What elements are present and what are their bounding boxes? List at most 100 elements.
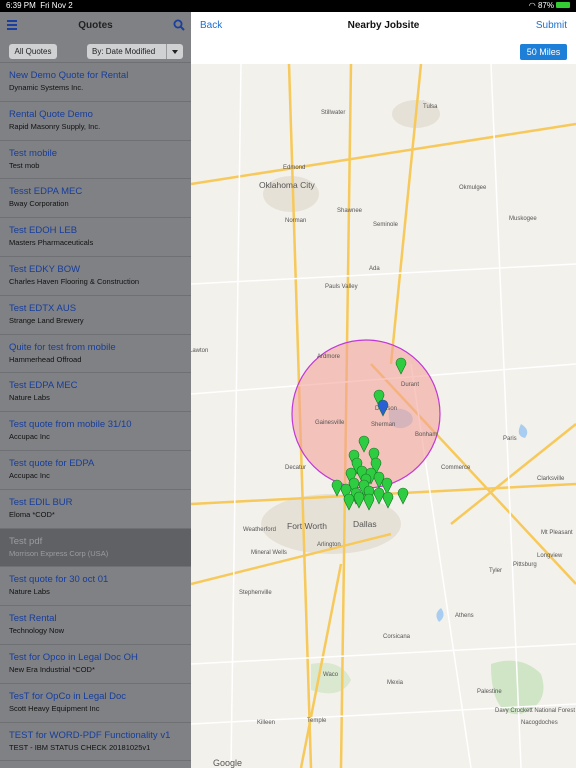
- list-item[interactable]: TEST for WORD-PDF Functionality v1 TEST -…: [0, 723, 191, 762]
- list-item[interactable]: TesT for OpCo in Legal Doc Scott Heavy Eq…: [0, 684, 191, 723]
- quote-customer: Rapid Masonry Supply, Inc.: [9, 121, 101, 131]
- jobsite-pin-icon[interactable]: [331, 479, 343, 497]
- quote-customer: Accupac Inc: [9, 432, 50, 442]
- quote-customer: Eloma *COD*: [9, 509, 55, 519]
- quote-title: Test mobile: [9, 147, 58, 159]
- map-city-label: Stephenville: [239, 590, 272, 596]
- map-city-label: Lawton: [191, 348, 208, 354]
- map-city-label: Mexia: [387, 680, 404, 686]
- page-title: Nearby Jobsite: [347, 20, 420, 31]
- map-city-label: Athens: [455, 613, 474, 619]
- list-item[interactable]: Test Rental Technology Now: [0, 606, 191, 645]
- map-canvas[interactable]: Oklahoma City Fort Worth Dallas Tulsa Stillw…: [191, 64, 576, 768]
- quote-customer: Morrison Express Corp (USA): [9, 548, 109, 558]
- quote-customer: Nature Labs: [9, 587, 50, 597]
- map-city-label: Fort Worth: [287, 521, 327, 531]
- quote-title: Rental Quote Demo: [9, 108, 93, 120]
- map-city-label: Mt Pleasant: [541, 530, 573, 536]
- map-city-label: Palestine: [477, 689, 502, 695]
- sort-select[interactable]: By: Date Modified: [87, 44, 183, 59]
- battery-percent: 87%: [537, 1, 554, 10]
- list-item[interactable]: Quite for test from mobile Hammerhead Off…: [0, 335, 191, 374]
- map-city-label: Nacogdoches: [521, 720, 558, 726]
- submit-button[interactable]: Submit: [536, 20, 567, 31]
- list-item[interactable]: Test quote for EDPA Accupac Inc: [0, 451, 191, 490]
- quote-customer: Scott Heavy Equipment Inc: [9, 703, 100, 713]
- list-item[interactable]: Test for Opco in Legal Doc OH New Era Ind…: [0, 645, 191, 684]
- list-item[interactable]: New Demo Quote for Rental Dynamic Systems…: [0, 63, 191, 102]
- quote-title: TesT for OpCo in Legal Doc: [9, 690, 127, 702]
- map-city-label: Tulsa: [423, 104, 438, 110]
- map-city-label: Corsicana: [383, 634, 411, 640]
- quote-title: Test pdf: [9, 535, 43, 547]
- quote-customer: Accupac Inc: [9, 470, 50, 480]
- quote-title: TEST for WORD-PDF Functionality v1: [9, 729, 171, 741]
- nav-bar: Back Nearby Jobsite Submit: [191, 12, 576, 40]
- map-city-label: Pauls Valley: [325, 284, 358, 290]
- quote-title: Test quote for EDPA: [9, 457, 95, 469]
- list-item[interactable]: Test pdf Morrison Express Corp (USA): [0, 528, 191, 568]
- search-icon[interactable]: [173, 19, 185, 31]
- map-city-label: Temple: [307, 718, 327, 724]
- quote-title: Test for Opco in Legal Doc OH: [9, 651, 138, 663]
- map-city-label: Durant: [401, 382, 419, 388]
- status-date: Fri Nov 2: [40, 1, 73, 10]
- map-city-label: Okmulgee: [459, 185, 487, 191]
- list-item[interactable]: Test EDPA MEC Nature Labs: [0, 373, 191, 413]
- map-city-label: Longview: [537, 553, 563, 559]
- sort-label: By: Date Modified: [92, 47, 156, 56]
- list-item[interactable]: Test EDTX AUS Strange Land Brewery: [0, 296, 191, 335]
- map-city-label: Waco: [323, 672, 339, 678]
- map-city-label: Ada: [369, 266, 380, 272]
- page-title: Quotes: [78, 20, 113, 31]
- filter-bar: All Quotes By: Date Modified: [0, 40, 191, 62]
- map-city-label: Seminole: [373, 222, 399, 228]
- list-item[interactable]: Test EDKY BOW Charles Haven Flooring & Co…: [0, 257, 191, 296]
- quote-customer: Dynamic Systems Inc.: [9, 83, 84, 92]
- quote-customer: Strange Land Brewery: [9, 315, 84, 325]
- list-item[interactable]: Test mobile Test mob: [0, 141, 191, 180]
- map-city-label: Norman: [285, 218, 306, 224]
- map-city-label: Dallas: [353, 519, 377, 529]
- quote-title: Test quote from mobile 31/10: [9, 419, 132, 431]
- quote-title: New Demo Quote for Rental: [9, 70, 129, 81]
- google-logo: Google: [213, 758, 242, 768]
- map-city-label: Edmond: [283, 165, 305, 171]
- list-item[interactable]: Test EDOH LEB Masters Pharmaceuticals: [0, 218, 191, 257]
- status-time: 6:39 PM: [6, 1, 36, 10]
- map-city-label: Arlington: [317, 542, 341, 548]
- quote-title: Quite for test from mobile: [9, 341, 116, 353]
- battery-icon: [556, 1, 570, 8]
- map-city-label: Stillwater: [321, 110, 345, 116]
- quote-title: Test EDOH LEB: [9, 225, 78, 237]
- map-city-label: Weatherford: [243, 527, 276, 533]
- list-item[interactable]: Test quote from mobile 31/10 Accupac Inc: [0, 412, 191, 451]
- quote-customer: Nature Labs: [9, 393, 50, 403]
- quote-title: Test EDTX AUS: [9, 302, 77, 314]
- jobsite-pin-icon[interactable]: [397, 487, 409, 505]
- radius-button[interactable]: 50 Miles: [520, 44, 567, 60]
- quote-list: New Demo Quote for Rental Dynamic Systems…: [0, 62, 191, 762]
- map-city-label: Bonham: [415, 432, 437, 438]
- map-city-label: Commerce: [441, 465, 471, 471]
- quote-customer: TEST - IBM STATUS CHECK 20181025v1: [9, 742, 151, 752]
- quote-title: Test EDKY BOW: [9, 263, 81, 275]
- list-item[interactable]: Rental Quote Demo Rapid Masonry Supply, I…: [0, 102, 191, 141]
- map-view[interactable]: Oklahoma City Fort Worth Dallas Tulsa Stillw…: [191, 64, 576, 768]
- quote-customer: Masters Pharmaceuticals: [9, 238, 94, 248]
- list-item[interactable]: Tesst EDPA MEC Bway Corporation: [0, 179, 191, 219]
- radius-bar: 50 Miles: [191, 40, 576, 64]
- map-city-label: Pittsburg: [513, 562, 537, 568]
- quotes-pane: Quotes All Quotes By: Date Modified New …: [0, 12, 191, 768]
- quote-customer: Bway Corporation: [9, 199, 69, 209]
- quote-title: Test EDPA MEC: [9, 380, 78, 392]
- status-bar: 6:39 PM Fri Nov 2 ◠ 87%: [0, 0, 576, 12]
- all-quotes-button[interactable]: All Quotes: [9, 44, 57, 59]
- chevron-down-icon[interactable]: [166, 44, 183, 59]
- map-city-label: Gainesville: [315, 420, 345, 426]
- quote-title: Tesst EDPA MEC: [9, 186, 83, 198]
- map-city-label: Ardmore: [317, 354, 341, 360]
- list-item[interactable]: Test quote for 30 oct 01 Nature Labs: [0, 567, 191, 607]
- list-item[interactable]: Test EDIL BUR Eloma *COD*: [0, 490, 191, 529]
- quote-title: Test EDIL BUR: [9, 496, 73, 508]
